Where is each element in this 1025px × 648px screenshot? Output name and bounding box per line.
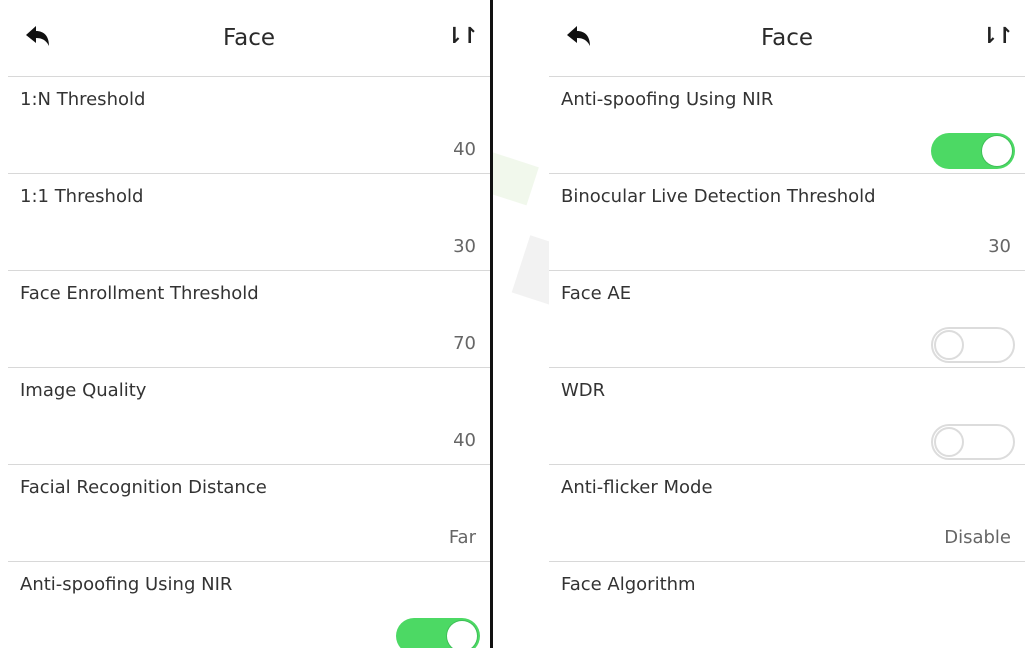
setting-label: Face AE (561, 283, 632, 304)
setting-row-wdr[interactable]: WDR (549, 368, 1025, 465)
setting-label: Face Algorithm (561, 574, 696, 595)
setting-label: Anti-spoofing Using NIR (561, 89, 774, 110)
sort-icon[interactable]: ⇂↾ (445, 24, 479, 49)
setting-value: 70 (453, 333, 476, 354)
setting-value: Far (448, 527, 476, 548)
toggle-knob (982, 136, 1012, 166)
setting-label: Facial Recognition Distance (20, 477, 267, 498)
face-settings-screen-right: Face ⇂↾ Anti-spoofing Using NIR Binocula… (549, 0, 1025, 648)
setting-value: 40 (453, 139, 476, 160)
setting-label: Binocular Live Detection Threshold (561, 186, 876, 207)
setting-value: 30 (453, 236, 476, 257)
wdr-toggle[interactable] (931, 424, 1015, 460)
anti-spoofing-toggle[interactable] (396, 618, 480, 648)
setting-row-1n-threshold[interactable]: 1:N Threshold 40 (8, 77, 490, 174)
header: Face ⇂↾ (549, 0, 1025, 77)
back-arrow-icon[interactable] (563, 22, 593, 52)
face-settings-screen-left: Face ⇂↾ 1:N Threshold 40 1:1 Threshold 3… (8, 0, 493, 648)
header: Face ⇂↾ (8, 0, 490, 77)
setting-label: 1:1 Threshold (20, 186, 144, 207)
setting-value: 30 (988, 236, 1011, 257)
setting-label: Anti-flicker Mode (561, 477, 713, 498)
setting-row-anti-spoofing-nir[interactable]: Anti-spoofing Using NIR (8, 562, 490, 648)
setting-label: Anti-spoofing Using NIR (20, 574, 233, 595)
setting-row-face-ae[interactable]: Face AE (549, 271, 1025, 368)
setting-row-face-enrollment-threshold[interactable]: Face Enrollment Threshold 70 (8, 271, 490, 368)
toggle-knob (447, 621, 477, 648)
setting-row-image-quality[interactable]: Image Quality 40 (8, 368, 490, 465)
sort-icon[interactable]: ⇂↾ (980, 24, 1014, 49)
setting-row-anti-spoofing-nir[interactable]: Anti-spoofing Using NIR (549, 77, 1025, 174)
setting-label: WDR (561, 380, 606, 401)
setting-row-face-algorithm[interactable]: Face Algorithm (549, 562, 1025, 648)
toggle-knob (934, 330, 964, 360)
page-title: Face (760, 25, 813, 51)
setting-label: Image Quality (20, 380, 147, 401)
page-title: Face (222, 25, 275, 51)
setting-row-anti-flicker-mode[interactable]: Anti-flicker Mode Disable (549, 465, 1025, 562)
setting-row-11-threshold[interactable]: 1:1 Threshold 30 (8, 174, 490, 271)
face-ae-toggle[interactable] (931, 327, 1015, 363)
setting-label: 1:N Threshold (20, 89, 146, 110)
setting-value: 40 (453, 430, 476, 451)
setting-label: Face Enrollment Threshold (20, 283, 259, 304)
setting-row-binocular-live-detection[interactable]: Binocular Live Detection Threshold 30 (549, 174, 1025, 271)
back-arrow-icon[interactable] (22, 22, 52, 52)
anti-spoofing-toggle[interactable] (931, 133, 1015, 169)
setting-row-facial-recognition-distance[interactable]: Facial Recognition Distance Far (8, 465, 490, 562)
toggle-knob (934, 427, 964, 457)
setting-value: Disable (944, 527, 1011, 548)
